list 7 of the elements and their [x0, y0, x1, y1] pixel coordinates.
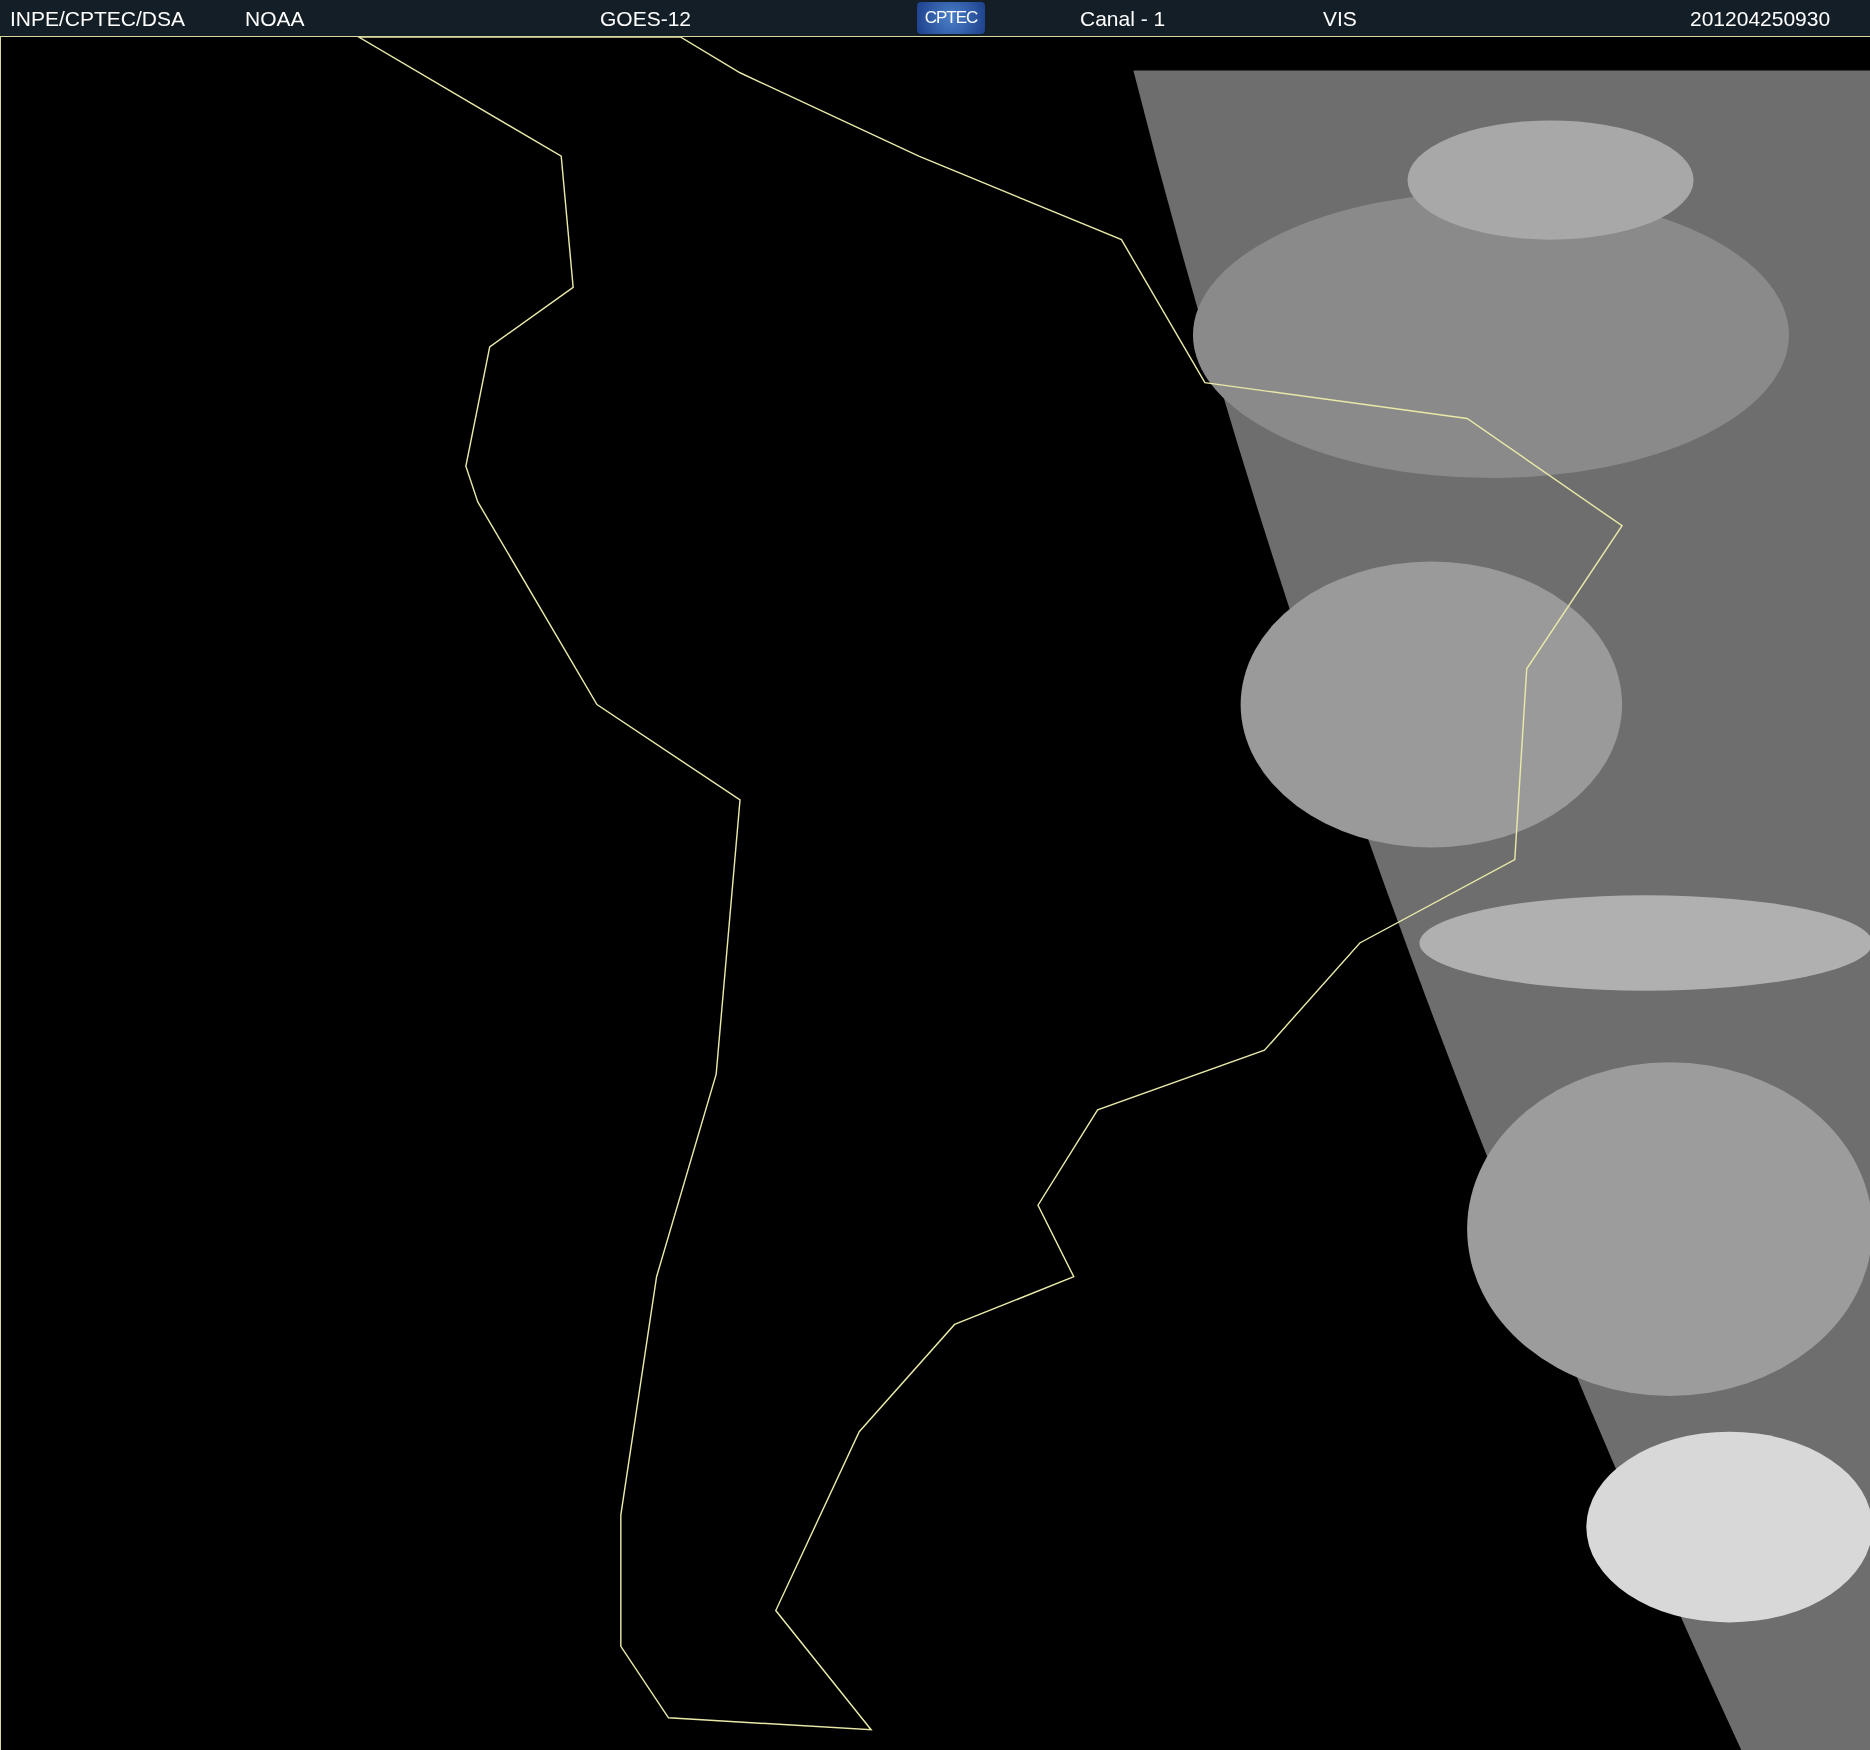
- header-label: INPE/CPTEC/DSA: [10, 7, 186, 31]
- header-label: GOES-12: [600, 7, 692, 31]
- header-label: 201204250930: [1690, 7, 1831, 31]
- header-label: VIS: [1323, 7, 1357, 31]
- logo-badge: CPTEC: [917, 2, 985, 34]
- header-label: NOAA: [245, 7, 305, 31]
- header-label: Canal - 1: [1080, 7, 1166, 31]
